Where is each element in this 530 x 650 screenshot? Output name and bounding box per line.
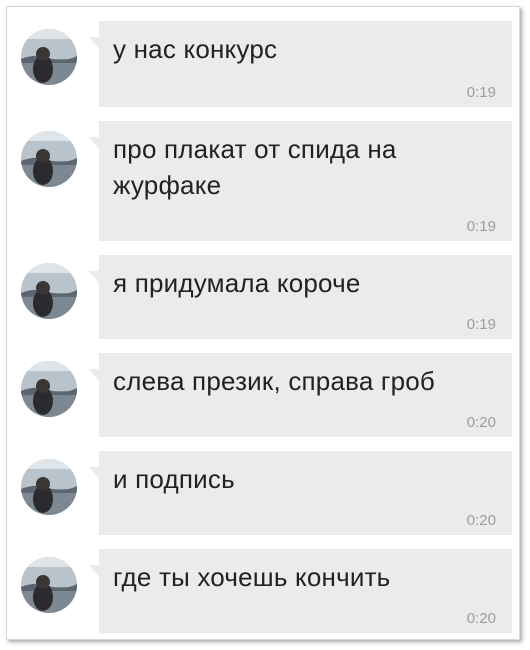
avatar-photo-icon <box>21 29 77 85</box>
message-bubble: слева презик, справа гроб 0:20 <box>89 353 512 437</box>
message-time: 0:20 <box>466 610 496 627</box>
message-time: 0:19 <box>466 84 496 101</box>
chat-window: у нас конкурс 0:19 про плакат от спида н… <box>6 6 520 640</box>
message-bubble: я придумала короче 0:19 <box>89 255 512 339</box>
avatar-photo-icon <box>21 557 77 613</box>
avatar[interactable] <box>21 131 77 187</box>
avatar[interactable] <box>21 361 77 417</box>
message-item: я придумала короче 0:19 <box>7 255 519 339</box>
message-bubble: где ты хочешь кончить 0:20 <box>89 549 512 633</box>
message-time: 0:20 <box>466 512 496 529</box>
message-text: и подпись <box>113 464 235 494</box>
message-text: слева презик, справа гроб <box>113 366 436 396</box>
message-bubble: про плакат от спида на журфаке 0:19 <box>89 121 512 241</box>
message-item: где ты хочешь кончить 0:20 <box>7 549 519 633</box>
message-item: и подпись 0:20 <box>7 451 519 535</box>
message-text: про плакат от спида на журфаке <box>113 134 397 200</box>
message-item: про плакат от спида на журфаке 0:19 <box>7 121 519 241</box>
avatar-photo-icon <box>21 459 77 515</box>
avatar-photo-icon <box>21 263 77 319</box>
avatar-photo-icon <box>21 361 77 417</box>
message-time: 0:20 <box>466 414 496 431</box>
avatar[interactable] <box>21 29 77 85</box>
message-text: я придумала короче <box>113 268 361 298</box>
avatar[interactable] <box>21 557 77 613</box>
message-bubble: у нас конкурс 0:19 <box>89 21 512 107</box>
message-bubble: и подпись 0:20 <box>89 451 512 535</box>
message-item: слева презик, справа гроб 0:20 <box>7 353 519 437</box>
message-time: 0:19 <box>466 218 496 235</box>
message-time: 0:19 <box>466 316 496 333</box>
avatar-photo-icon <box>21 131 77 187</box>
avatar[interactable] <box>21 459 77 515</box>
message-text: у нас конкурс <box>113 34 278 64</box>
message-item: у нас конкурс 0:19 <box>7 21 519 107</box>
message-text: где ты хочешь кончить <box>113 562 391 592</box>
avatar[interactable] <box>21 263 77 319</box>
